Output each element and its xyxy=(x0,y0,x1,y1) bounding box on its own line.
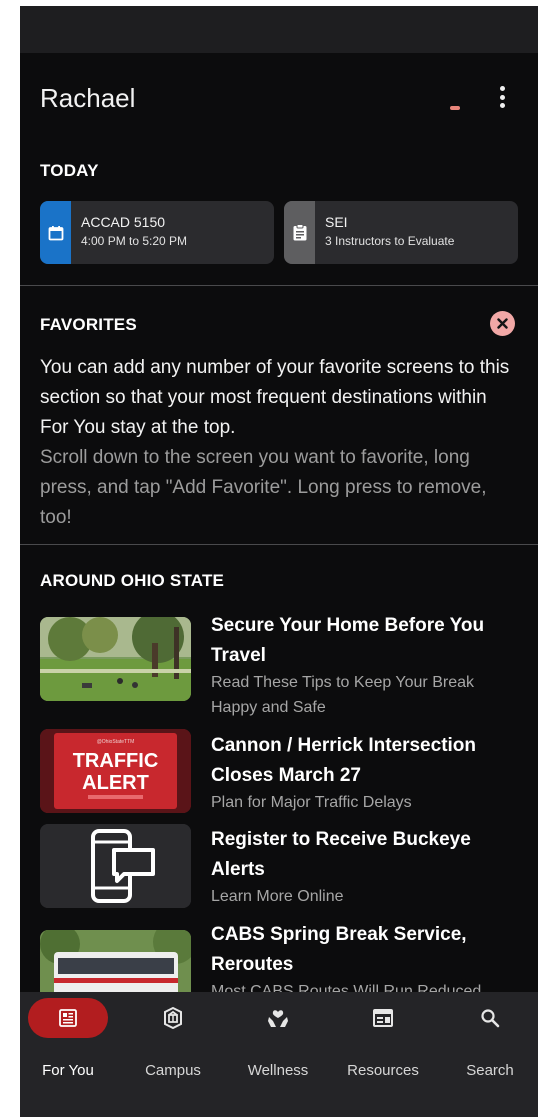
dot-icon xyxy=(499,103,505,108)
newspaper-icon xyxy=(59,1009,77,1027)
tab-label: Resources xyxy=(347,1062,419,1079)
app-screen: Rachael TODAY ACCAD 5150 4:00 PM to 5:20… xyxy=(20,6,538,1117)
today-card-subtitle: 3 Instructors to Evaluate xyxy=(325,234,455,248)
tab-icon-holder xyxy=(450,998,530,1038)
dot-icon xyxy=(499,86,505,91)
more-options-button[interactable] xyxy=(494,83,510,111)
news-title: Secure Your Home Before You Travel xyxy=(211,615,485,666)
resources-icon xyxy=(373,1009,393,1027)
bottom-nav: For You Campus Wellness Resources Search xyxy=(20,992,538,1089)
news-item[interactable]: Register to Receive Buckeye Alerts Learn… xyxy=(20,822,538,920)
today-card-subtitle: 4:00 PM to 5:20 PM xyxy=(81,234,188,248)
news-item[interactable]: CABS Spring Break Service, Reroutes Most… xyxy=(20,920,538,992)
tab-label: Search xyxy=(466,1062,514,1079)
news-subtitle: Read These Tips to Keep Your Break Happy… xyxy=(211,674,474,716)
calendar-icon xyxy=(48,225,63,240)
favorites-text-secondary: Scroll down to the screen you want to fa… xyxy=(40,447,487,528)
dot-icon xyxy=(499,94,505,100)
news-item[interactable]: Secure Your Home Before You Travel Read … xyxy=(20,606,538,726)
today-card-accent xyxy=(40,201,71,264)
news-item[interactable]: TRAFFIC ALERT @OhioStateTTM Cannon / Her… xyxy=(20,726,538,822)
around-ohio-state-heading: AROUND OHIO STATE xyxy=(40,571,225,590)
tab-wellness[interactable]: Wellness xyxy=(230,992,334,1089)
section-divider xyxy=(20,285,538,286)
campus-lawn-photo xyxy=(40,617,191,701)
favorites-help-text: You can add any number of your favorite … xyxy=(40,353,520,533)
bus-photo xyxy=(40,930,191,992)
traffic-sign-line2: ALERT xyxy=(82,772,149,794)
campus-icon xyxy=(164,1007,182,1029)
header: Rachael xyxy=(20,53,538,143)
dismiss-favorites-button[interactable] xyxy=(490,311,515,336)
news-title: Register to Receive Buckeye Alerts xyxy=(211,829,471,880)
tab-active-indicator xyxy=(28,998,108,1038)
status-bar xyxy=(20,6,538,53)
news-subtitle: Most CABS Routes Will Run Reduced xyxy=(211,983,482,992)
news-list: Secure Your Home Before You Travel Read … xyxy=(20,606,538,992)
clipboard-icon xyxy=(293,224,306,241)
traffic-alert-sign: TRAFFIC ALERT @OhioStateTTM xyxy=(40,729,191,813)
news-title: Cannon / Herrick Intersection Closes Mar… xyxy=(211,735,477,786)
news-subtitle: Plan for Major Traffic Delays xyxy=(211,794,412,811)
tab-search[interactable]: Search xyxy=(442,992,538,1089)
tab-label: For You xyxy=(42,1062,94,1079)
tab-icon-holder xyxy=(238,998,318,1038)
close-icon xyxy=(497,318,508,329)
system-nav-area xyxy=(20,1089,538,1117)
user-name: Rachael xyxy=(40,83,136,113)
tab-icon-holder xyxy=(133,998,213,1038)
today-card-sei[interactable]: SEI 3 Instructors to Evaluate xyxy=(284,201,518,264)
tab-resources[interactable]: Resources xyxy=(335,992,439,1089)
search-icon xyxy=(481,1009,500,1028)
tab-icon-holder xyxy=(343,998,423,1038)
favorites-heading: FAVORITES xyxy=(40,315,137,334)
tab-label: Wellness xyxy=(247,1062,309,1079)
tab-for-you[interactable]: For You xyxy=(20,992,124,1089)
news-subtitle: Learn More Online xyxy=(211,888,344,905)
notification-indicator xyxy=(450,106,460,110)
news-title: CABS Spring Break Service, Reroutes xyxy=(211,924,467,975)
today-card-accent xyxy=(284,201,315,264)
traffic-sign-line1: TRAFFIC xyxy=(73,750,159,772)
today-heading: TODAY xyxy=(40,161,99,180)
section-divider xyxy=(20,544,538,545)
favorites-text-primary: You can add any number of your favorite … xyxy=(40,357,510,438)
traffic-sign-caption: @OhioStateTTM xyxy=(97,739,135,745)
tab-label: Campus xyxy=(145,1062,201,1079)
today-card-class[interactable]: ACCAD 5150 4:00 PM to 5:20 PM xyxy=(40,201,274,264)
wellness-hands-icon xyxy=(268,1010,288,1027)
today-card-title: ACCAD 5150 xyxy=(81,214,166,230)
tab-campus[interactable]: Campus xyxy=(125,992,229,1089)
today-card-title: SEI xyxy=(325,214,348,230)
phone-message-icon xyxy=(40,824,191,908)
